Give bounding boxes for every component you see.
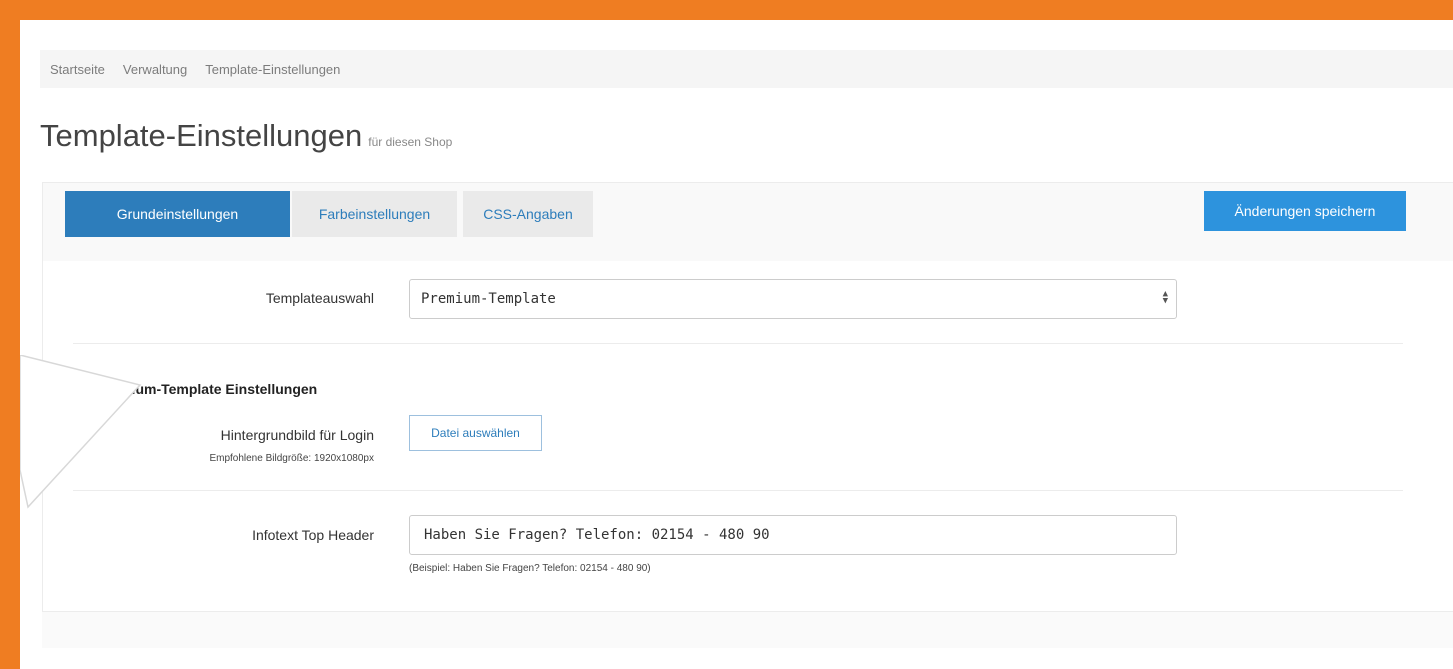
- divider-2: [73, 490, 1403, 491]
- orange-frame-left: [0, 0, 20, 669]
- tab-css-angaben[interactable]: CSS-Angaben: [463, 191, 593, 237]
- infotext-input[interactable]: Haben Sie Fragen? Telefon: 02154 - 480 9…: [409, 515, 1177, 555]
- tab-grundeinstellungen[interactable]: Grundeinstellungen: [65, 191, 290, 237]
- breadcrumb-startseite[interactable]: Startseite: [50, 62, 105, 77]
- panel-footer: [42, 612, 1453, 648]
- divider-1: [73, 343, 1403, 344]
- orange-frame-top: [0, 0, 1453, 20]
- file-select-button[interactable]: Datei auswählen: [409, 415, 542, 451]
- background-image-label: Hintergrundbild für Login: [220, 427, 374, 443]
- save-changes-button[interactable]: Änderungen speichern: [1204, 191, 1406, 231]
- tab-farbeinstellungen[interactable]: Farbeinstellungen: [292, 191, 457, 237]
- tab-bar: Grundeinstellungen Farbeinstellungen CSS…: [43, 183, 1453, 261]
- infotext-hint: (Beispiel: Haben Sie Fragen? Telefon: 02…: [409, 563, 651, 574]
- breadcrumb: Startseite Verwaltung Template-Einstellu…: [40, 50, 1453, 88]
- template-select[interactable]: Premium-Template ▲ ▼: [409, 279, 1177, 319]
- settings-panel: Grundeinstellungen Farbeinstellungen CSS…: [42, 182, 1453, 612]
- page-title: Template-Einstellungen für diesen Shop: [40, 118, 452, 154]
- template-select-value: Premium-Template: [421, 291, 556, 307]
- infotext-label: Infotext Top Header: [252, 527, 374, 543]
- page-title-text: Template-Einstellungen: [40, 118, 363, 153]
- select-arrows-icon: ▲ ▼: [1162, 289, 1168, 306]
- breadcrumb-verwaltung[interactable]: Verwaltung: [123, 62, 187, 77]
- breadcrumb-template-einstellungen[interactable]: Template-Einstellungen: [205, 62, 340, 77]
- background-image-hint: Empfohlene Bildgröße: 1920x1080px: [209, 453, 374, 464]
- page-subtitle: für diesen Shop: [368, 135, 453, 149]
- template-select-label: Templateauswahl: [265, 290, 374, 306]
- callout-arrow-icon: [0, 355, 142, 515]
